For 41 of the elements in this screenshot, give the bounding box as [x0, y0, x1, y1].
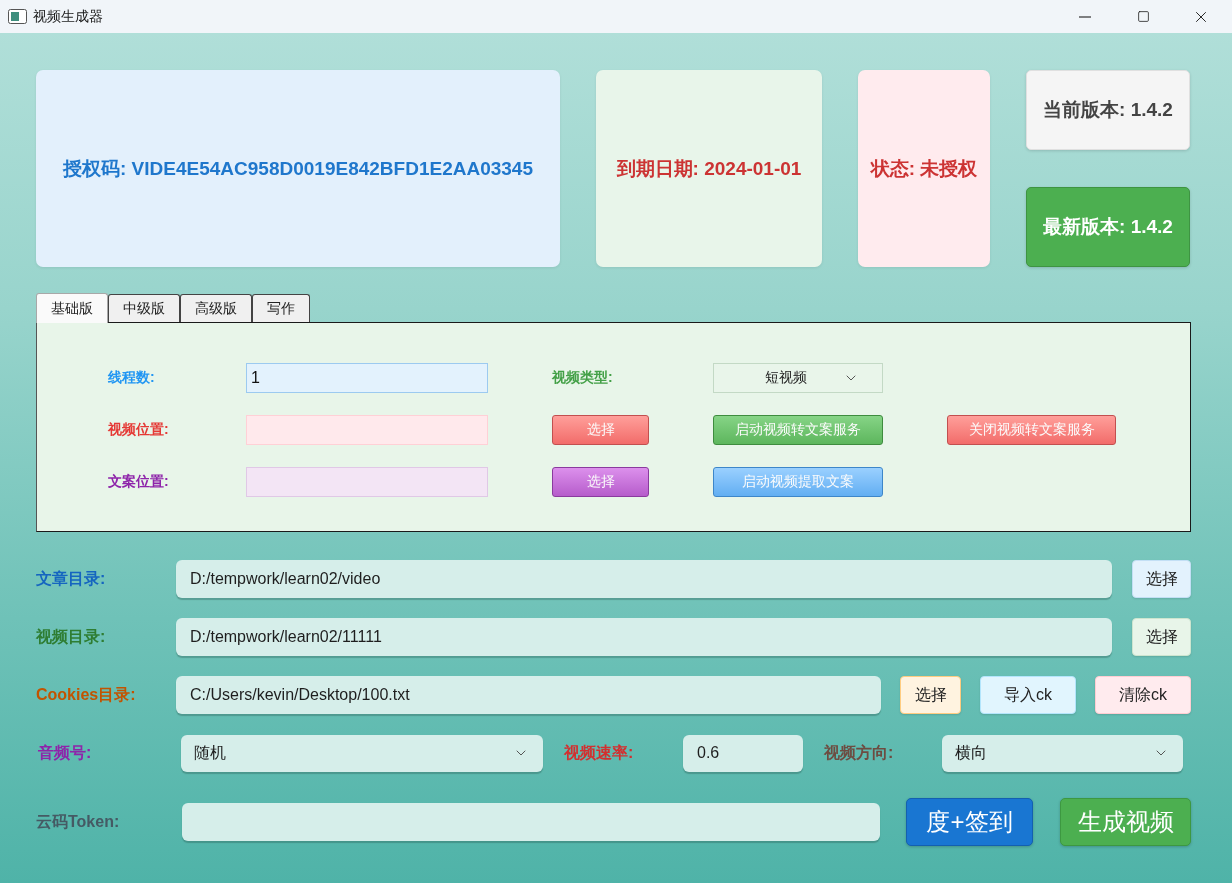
- field-label: 视频速率:: [564, 742, 634, 763]
- field-label: 线程数:: [108, 369, 155, 387]
- choose-button[interactable]: 选择: [1132, 560, 1191, 598]
- license-code-text: 授权码: VIDE4E54AC958D0019E842BFD1E2AA03345: [63, 156, 533, 181]
- input-field[interactable]: [246, 467, 488, 497]
- maximize-icon: [1136, 10, 1150, 23]
- field-label: 视频位置:: [108, 421, 169, 439]
- input-field[interactable]: 1: [246, 363, 488, 393]
- field-label: 视频类型:: [552, 369, 613, 387]
- window-icon: [8, 9, 27, 24]
- field-label: 文章目录:: [36, 568, 106, 589]
- field-label: 音频号:: [38, 742, 92, 763]
- dropdown[interactable]: 随机: [181, 734, 543, 772]
- action-button[interactable]: 度+签到: [906, 798, 1033, 846]
- field-label: Cookies目录:: [36, 684, 136, 705]
- path-field[interactable]: C:/Users/kevin/Desktop/100.txt: [176, 676, 881, 714]
- choose-button[interactable]: 选择: [1132, 618, 1191, 656]
- tab[interactable]: 中级版: [108, 294, 180, 322]
- field-label: 文案位置:: [108, 473, 169, 491]
- path-field[interactable]: D:/tempwork/learn02/11111: [176, 618, 1112, 656]
- minimize-icon: [1079, 15, 1091, 18]
- current-version-text: 当前版本: 1.4.2: [1043, 98, 1173, 122]
- tab[interactable]: 高级版: [180, 294, 252, 322]
- dropdown[interactable]: 横向: [942, 734, 1183, 772]
- field-label: 视频方向:: [824, 742, 894, 763]
- field-label: 云码Token:: [36, 811, 120, 832]
- dropdown[interactable]: 短视频: [713, 363, 883, 393]
- expiry-date-text: 到期日期: 2024-01-01: [616, 156, 802, 181]
- path-field[interactable]: D:/tempwork/learn02/video: [176, 560, 1112, 598]
- speed-field[interactable]: 0.6: [683, 734, 803, 772]
- status-text: 状态: 未授权: [870, 156, 978, 181]
- cookie-button[interactable]: 导入ck: [980, 676, 1076, 714]
- tab[interactable]: 基础版: [36, 293, 108, 323]
- cookie-button[interactable]: 清除ck: [1095, 676, 1191, 714]
- tab[interactable]: 写作: [252, 294, 310, 322]
- window-title: 视频生成器: [33, 7, 103, 26]
- input-field[interactable]: [246, 415, 488, 445]
- field-label: 视频目录:: [36, 626, 106, 647]
- latest-version-text: 最新版本: 1.4.2: [1043, 215, 1173, 239]
- cookie-button[interactable]: 选择: [900, 676, 961, 714]
- token-field[interactable]: [182, 803, 880, 841]
